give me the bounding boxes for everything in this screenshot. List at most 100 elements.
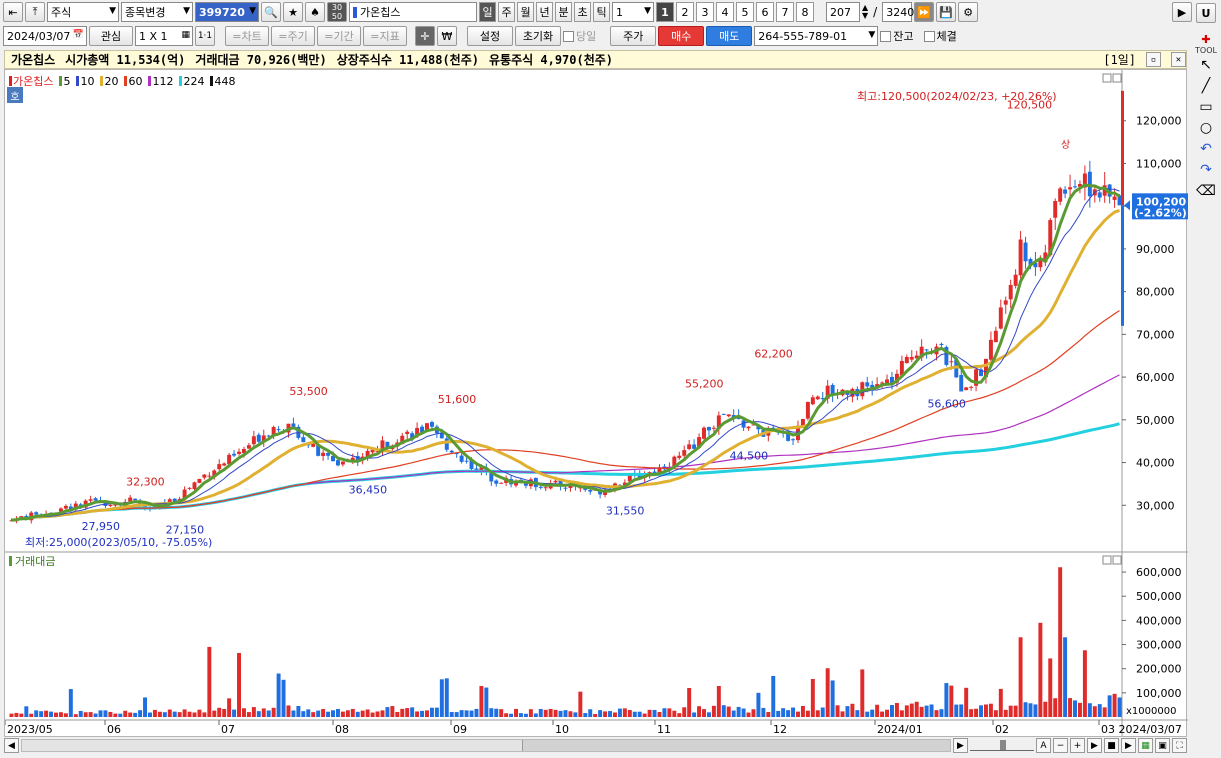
candle-body xyxy=(499,482,504,484)
user-button[interactable]: U xyxy=(1196,3,1216,23)
crosshair-icon[interactable]: ✛ xyxy=(415,26,435,46)
num-button-6[interactable]: 6 xyxy=(756,2,774,22)
image-save-icon[interactable]: ▣ xyxy=(1155,738,1170,753)
zoom-out-icon[interactable]: − xyxy=(1053,738,1068,753)
star-icon[interactable]: ★ xyxy=(283,2,303,22)
fill-checkbox[interactable]: 체결 xyxy=(923,28,957,44)
dock-left-icon[interactable]: ⇤ xyxy=(3,2,23,22)
ranking-icon[interactable]: 30 50 xyxy=(327,2,347,22)
layout-single-icon[interactable]: 1·1 xyxy=(195,26,215,46)
tool-icon[interactable]: ✚ TOOL xyxy=(1195,33,1217,55)
gear-icon[interactable]: ⚙ xyxy=(958,2,979,22)
won-icon[interactable]: ₩ xyxy=(437,26,457,46)
dock-right-icon[interactable]: ▶ xyxy=(1172,2,1192,22)
period-day[interactable]: 일 xyxy=(479,2,496,22)
sell-button[interactable]: 매도 xyxy=(706,26,753,46)
candle-body xyxy=(464,460,469,462)
line-tool-icon[interactable]: ╱ xyxy=(1196,76,1216,96)
today-checkbox[interactable]: 당일 xyxy=(563,28,596,44)
circle-tool-icon[interactable]: ○ xyxy=(1196,118,1216,138)
volume-bar xyxy=(19,713,24,717)
settings-button[interactable]: 설정 xyxy=(467,26,513,46)
pin-top-icon[interactable]: ⤒ xyxy=(25,2,45,22)
volume-bar xyxy=(261,708,266,717)
stock-change-select[interactable]: 종목변경 ▼ xyxy=(121,2,193,22)
candle-body xyxy=(1063,189,1068,194)
volume-bar xyxy=(479,685,484,717)
num-button-5[interactable]: 5 xyxy=(736,2,754,22)
count-stepper-icon[interactable]: ▲ ▼ xyxy=(862,4,868,20)
rectangle-tool-icon[interactable]: ▭ xyxy=(1196,97,1216,117)
market-select[interactable]: 주식 ▼ xyxy=(47,2,119,22)
quote-badge[interactable]: 호 xyxy=(7,87,23,103)
clear-all-icon[interactable]: ⌫ xyxy=(1196,181,1216,201)
price-button[interactable]: 주가 xyxy=(610,26,657,46)
volume-bar xyxy=(855,710,860,717)
num-button-8[interactable]: 8 xyxy=(796,2,814,22)
period-tick[interactable]: 틱 xyxy=(593,2,610,22)
stock-code-input[interactable]: 399720 ▼ xyxy=(195,2,259,22)
volume-bar xyxy=(820,707,825,717)
pane-button-icon xyxy=(1112,555,1122,565)
volume-tick-label: 400,000 xyxy=(1136,614,1182,627)
interval-select[interactable]: 1 ▼ xyxy=(612,2,654,22)
volume-bar xyxy=(796,711,800,717)
account-select[interactable]: 264-555-789-01 ▼ xyxy=(754,26,879,46)
search-icon[interactable]: 🔍 xyxy=(261,2,281,22)
period-week[interactable]: 주 xyxy=(498,2,515,22)
excel-icon[interactable]: ▦ xyxy=(1138,738,1153,753)
price-tick-label: 30,000 xyxy=(1136,499,1175,512)
horizontal-scrollbar[interactable] xyxy=(21,739,951,752)
num-button-2[interactable]: 2 xyxy=(676,2,694,22)
period-month[interactable]: 월 xyxy=(517,2,534,22)
bell-icon[interactable]: ♠ xyxy=(305,2,325,22)
redo-icon[interactable]: ↷ xyxy=(1196,160,1216,180)
chart-panel[interactable]: 120,000 110,000 100,000 90,000 80,000 70,000 6… xyxy=(4,69,1188,738)
window-restore-icon[interactable]: ▫ xyxy=(1146,52,1161,67)
fast-forward-icon[interactable]: ⏩ xyxy=(914,2,935,22)
volume-bar xyxy=(875,704,880,717)
window-close-icon[interactable]: ✕ xyxy=(1171,52,1186,67)
fullscreen-icon[interactable]: ⛶ xyxy=(1172,738,1187,753)
date-input[interactable]: 2024/03/07 📅 xyxy=(3,26,87,46)
zoom-slider[interactable] xyxy=(970,740,1034,751)
volume-bar xyxy=(523,713,528,717)
watch-button[interactable]: 관심 xyxy=(89,26,133,46)
tab-cycle[interactable]: =주기 xyxy=(271,26,315,46)
count-input[interactable]: 207 xyxy=(826,2,860,22)
period-minute[interactable]: 분 xyxy=(555,2,572,22)
layout-select[interactable]: 1 X 1 ▦ xyxy=(135,26,193,46)
tab-chart[interactable]: =차트 xyxy=(225,26,269,46)
scrollbar-thumb[interactable] xyxy=(522,740,950,751)
buy-button[interactable]: 매수 xyxy=(658,26,705,46)
balance-checkbox[interactable]: 잔고 xyxy=(880,28,914,44)
num-button-4[interactable]: 4 xyxy=(716,2,734,22)
pointer-icon[interactable]: ↖ xyxy=(1196,55,1216,75)
save-icon[interactable]: 💾 xyxy=(936,2,957,22)
volume-bar xyxy=(553,709,558,717)
num-button-3[interactable]: 3 xyxy=(696,2,714,22)
volume-bar xyxy=(988,703,993,717)
stock-name-field[interactable]: 가온칩스 xyxy=(349,2,477,22)
num-button-1[interactable]: 1 xyxy=(656,2,674,22)
scroll-right-icon[interactable]: ▶ xyxy=(953,738,968,753)
tab-indicator[interactable]: =지표 xyxy=(363,26,407,46)
stock-chart-svg[interactable]: 120,000 110,000 100,000 90,000 80,000 70,000 6… xyxy=(5,70,1188,738)
num-button-7[interactable]: 7 xyxy=(776,2,794,22)
next-icon[interactable]: ▶ xyxy=(1121,738,1136,753)
period-year[interactable]: 년 xyxy=(536,2,553,22)
period-second[interactable]: 초 xyxy=(574,2,591,22)
candle-body xyxy=(237,451,241,454)
volume-bar xyxy=(385,707,390,717)
stop-icon[interactable]: ■ xyxy=(1104,738,1119,753)
zoom-auto-icon[interactable]: A xyxy=(1036,738,1051,753)
zoom-in-icon[interactable]: + xyxy=(1070,738,1085,753)
undo-icon[interactable]: ↶ xyxy=(1196,139,1216,159)
scroll-left-icon[interactable]: ◀ xyxy=(4,738,19,753)
play-icon[interactable]: ▶ xyxy=(1087,738,1102,753)
volume-bar xyxy=(63,713,68,717)
reset-button[interactable]: 초기화 xyxy=(515,26,561,46)
volume-bar xyxy=(177,712,182,717)
tab-period[interactable]: =기간 xyxy=(317,26,361,46)
volume-bar xyxy=(14,712,19,717)
